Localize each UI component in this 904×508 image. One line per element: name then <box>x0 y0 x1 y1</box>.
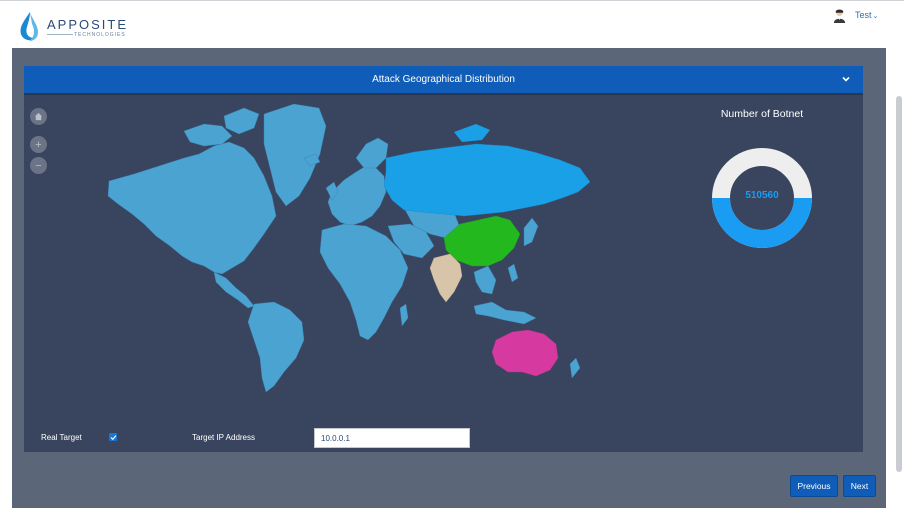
brand-tagline: TECHNOLOGIES <box>74 32 126 38</box>
japan <box>523 217 539 247</box>
scandinavia <box>355 137 389 169</box>
north-america <box>107 141 277 275</box>
brand-logo[interactable]: APPOSITE TECHNOLOGIES <box>16 11 126 43</box>
next-button[interactable]: Next <box>843 475 876 497</box>
botnet-chart-title: Number of Botnet <box>720 108 804 120</box>
apposite-logo-icon <box>20 12 38 41</box>
world-map[interactable] <box>104 96 594 396</box>
target-ip-input[interactable] <box>314 428 470 448</box>
map-zoom-in-button[interactable]: + <box>30 136 47 153</box>
plus-icon: + <box>35 138 42 151</box>
user-menu[interactable]: Test⌄ <box>832 7 878 23</box>
home-icon <box>34 112 43 121</box>
donut-fill-arc <box>712 197 812 248</box>
central-america <box>213 271 255 309</box>
panel-title: Attack Geographical Distribution <box>372 74 515 85</box>
south-america <box>247 301 305 393</box>
real-target-label: Real Target <box>41 433 82 442</box>
brand-name: APPOSITE <box>47 17 129 32</box>
map-home-button[interactable] <box>30 108 47 125</box>
panel-header[interactable]: Attack Geographical Distribution <box>24 66 863 95</box>
brand-divider <box>47 34 73 35</box>
chevron-down-icon[interactable] <box>841 74 851 84</box>
target-ip-label: Target IP Address <box>192 433 255 442</box>
page-scrollbar[interactable] <box>896 96 902 472</box>
australia <box>491 329 559 377</box>
real-target-checkbox[interactable] <box>109 433 117 441</box>
minus-icon: − <box>35 159 42 172</box>
southeast-asia <box>473 265 497 295</box>
arctic-islands <box>183 123 233 147</box>
top-bar: APPOSITE TECHNOLOGIES Test⌄ <box>0 0 904 49</box>
checkmark-icon <box>110 434 116 440</box>
botnet-count: 510560 <box>745 190 779 201</box>
indonesia <box>473 301 537 325</box>
user-name: Test <box>855 10 872 20</box>
map-zoom-out-button[interactable]: − <box>30 157 47 174</box>
user-avatar-icon <box>833 8 846 23</box>
chevron-down-icon: ⌄ <box>872 13 879 20</box>
attack-distribution-panel: Attack Geographical Distribution + − Num… <box>24 66 863 452</box>
previous-button[interactable]: Previous <box>790 475 838 497</box>
india <box>429 253 463 303</box>
europe <box>327 165 387 227</box>
russia <box>383 143 591 217</box>
